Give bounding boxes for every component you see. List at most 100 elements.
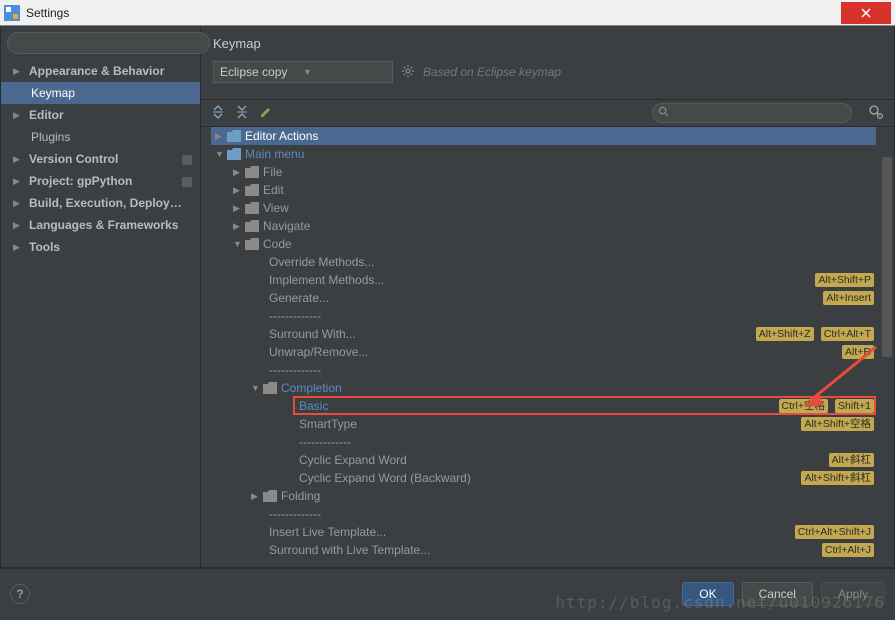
main-panel: Keymap Eclipse copy ▼ Based on Eclipse k… [201,26,894,567]
tree-item-implement-methods[interactable]: Implement Methods... Alt+Shift+P [211,271,876,289]
keymap-tree: Editor Actions Main menu File Edit [201,127,894,567]
chevron-right-icon [233,203,243,214]
tree-separator: ------------- [211,505,876,523]
tree-item-smart-type[interactable]: SmartType Alt+Shift+空格 [211,415,876,433]
gear-icon[interactable] [401,64,415,81]
help-button[interactable]: ? [10,584,30,604]
keymap-dropdown[interactable]: Eclipse copy ▼ [213,61,393,83]
chevron-down-icon [233,239,243,249]
sidebar-item-version-control[interactable]: ▶ Version Control [1,148,200,170]
shortcut-badge: Shift+1 [835,399,874,413]
tree-item-insert-live-template[interactable]: Insert Live Template... Ctrl+Alt+Shift+J [211,523,876,541]
chevron-right-icon: ▶ [13,198,23,209]
tree-item-navigate[interactable]: Navigate [211,217,876,235]
page-title: Keymap [213,36,882,51]
shortcut-badge: Alt+Insert [823,291,874,305]
sidebar-item-label: Keymap [31,86,192,100]
project-badge-icon [182,154,192,164]
chevron-right-icon: ▶ [13,154,23,165]
tree-label: ------------- [269,309,876,323]
tree-item-generate[interactable]: Generate... Alt+Insert [211,289,876,307]
cancel-button[interactable]: Cancel [742,582,813,606]
sidebar-item-build[interactable]: ▶ Build, Execution, Deployment [1,192,200,214]
tree-item-override-methods[interactable]: Override Methods... [211,253,876,271]
titlebar: Settings [0,0,895,26]
tree-item-cyclic-expand-back[interactable]: Cyclic Expand Word (Backward) Alt+Shift+… [211,469,876,487]
chevron-right-icon [233,167,243,178]
apply-button[interactable]: Apply [821,582,885,606]
tree-item-folding[interactable]: Folding [211,487,876,505]
tree-item-file[interactable]: File [211,163,876,181]
tree-item-view[interactable]: View [211,199,876,217]
sidebar-search-bar [1,26,200,60]
chevron-right-icon: ▶ [13,66,23,77]
tree-label: Generate... [269,291,819,305]
sidebar-search-input[interactable] [7,32,210,54]
sidebar-list: ▶ Appearance & Behavior Keymap ▶ Editor … [1,60,200,567]
sidebar-item-label: Plugins [31,130,192,144]
shortcut-badge: Alt+斜杠 [829,453,874,467]
find-action-icon[interactable] [868,104,884,123]
tree-label: Code [263,237,876,251]
shortcut-badge: Alt+Shift+空格 [801,417,874,431]
scrollbar-thumb[interactable] [882,157,892,357]
tree-label: Completion [281,381,876,395]
keymap-toolbar [201,99,894,127]
chevron-right-icon: ▶ [13,220,23,231]
folder-icon [245,166,259,178]
sidebar-item-keymap[interactable]: Keymap [1,82,200,104]
close-button[interactable] [841,2,891,24]
sidebar-item-editor[interactable]: ▶ Editor [1,104,200,126]
chevron-right-icon [233,185,243,196]
shortcut-badge: Alt+Shift+斜杠 [801,471,874,485]
tree-search-input[interactable] [652,103,852,123]
tree-search-wrap [652,103,852,123]
tree-label: Override Methods... [269,255,876,269]
tree-item-code[interactable]: Code [211,235,876,253]
sidebar-item-plugins[interactable]: Plugins [1,126,200,148]
footer: ? OK Cancel Apply [0,568,895,618]
content-area: ▶ Appearance & Behavior Keymap ▶ Editor … [0,26,895,568]
sidebar-item-project[interactable]: ▶ Project: gpPython [1,170,200,192]
sidebar-item-appearance[interactable]: ▶ Appearance & Behavior [1,60,200,82]
tree-separator: ------------- [211,433,876,451]
sidebar-item-label: Build, Execution, Deployment [29,196,192,210]
chevron-right-icon: ▶ [13,242,23,253]
sidebar-item-tools[interactable]: ▶ Tools [1,236,200,258]
chevron-right-icon [215,131,225,142]
tree-item-surround-live-template[interactable]: Surround with Live Template... Ctrl+Alt+… [211,541,876,559]
shortcut-badge: Ctrl+空格 [779,399,828,413]
chevron-right-icon [233,221,243,232]
tree-item-basic[interactable]: Basic Ctrl+空格 Shift+1 [211,397,876,415]
tree-label: Folding [281,489,876,503]
shortcut-badge: Alt+Shift+Z [756,327,814,341]
tree-item-main-menu[interactable]: Main menu [211,145,876,163]
tree-item-edit[interactable]: Edit [211,181,876,199]
main-header: Keymap Eclipse copy ▼ Based on Eclipse k… [201,26,894,99]
tree-label: SmartType [299,417,797,431]
tree-item-cyclic-expand[interactable]: Cyclic Expand Word Alt+斜杠 [211,451,876,469]
chevron-down-icon [251,383,261,393]
expand-all-icon[interactable] [211,105,225,122]
sidebar-item-label: Editor [29,108,192,122]
ok-button[interactable]: OK [682,582,733,606]
tree-label: Insert Live Template... [269,525,791,539]
tree-separator: ------------- [211,307,876,325]
tree-item-unwrap-remove[interactable]: Unwrap/Remove... Alt+R [211,343,876,361]
tree-label: View [263,201,876,215]
sidebar-item-languages[interactable]: ▶ Languages & Frameworks [1,214,200,236]
chevron-right-icon [251,491,261,502]
folder-icon [227,130,241,142]
collapse-all-icon[interactable] [235,105,249,122]
project-badge-icon [182,176,192,186]
scrollbar[interactable] [880,127,894,567]
edit-icon[interactable] [259,105,273,122]
tree-item-completion[interactable]: Completion [211,379,876,397]
shortcut-badge: Ctrl+Alt+T [821,327,874,341]
keymap-dropdown-value: Eclipse copy [220,65,303,79]
tree-label: File [263,165,876,179]
chevron-down-icon [215,149,225,159]
tree-item-editor-actions[interactable]: Editor Actions [211,127,876,145]
shortcut-badge: Alt+R [842,345,874,359]
tree-item-surround-with[interactable]: Surround With... Alt+Shift+Z Ctrl+Alt+T [211,325,876,343]
